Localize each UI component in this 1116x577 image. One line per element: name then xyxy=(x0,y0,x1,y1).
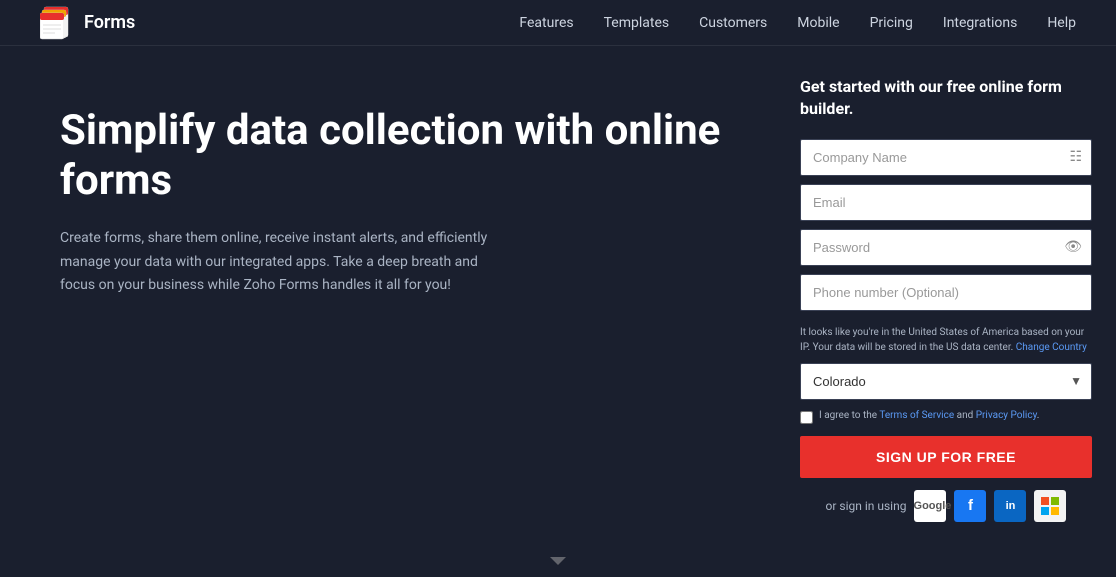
tos-row: I agree to the Terms of Service and Priv… xyxy=(800,410,1092,424)
nav-templates[interactable]: Templates xyxy=(604,15,670,31)
signin-label: or sign in using xyxy=(826,499,907,513)
nav-mobile[interactable]: Mobile xyxy=(797,15,839,31)
password-input[interactable] xyxy=(800,229,1092,266)
company-field: ☷ xyxy=(800,139,1092,176)
nav-features[interactable]: Features xyxy=(519,15,573,31)
nav-help[interactable]: Help xyxy=(1047,15,1076,31)
phone-field xyxy=(800,274,1092,311)
logo[interactable]: Forms xyxy=(40,5,135,41)
facebook-signin-button[interactable]: f xyxy=(954,490,986,522)
privacy-link[interactable]: Privacy Policy xyxy=(976,410,1037,421)
logo-icon xyxy=(40,5,76,41)
main-nav: Features Templates Customers Mobile Pric… xyxy=(519,15,1076,31)
hero-subtitle: Create forms, share them online, receive… xyxy=(60,227,500,298)
signup-form-panel: Get started with our free online form bu… xyxy=(776,46,1116,577)
tos-link[interactable]: Terms of Service xyxy=(879,410,954,421)
microsoft-signin-button[interactable] xyxy=(1034,490,1066,522)
email-field xyxy=(800,184,1092,221)
signin-row: or sign in using Google f in xyxy=(800,490,1092,522)
phone-input[interactable] xyxy=(800,274,1092,311)
scroll-hint xyxy=(538,557,578,577)
google-label: Google xyxy=(914,500,952,512)
password-field: 👁 xyxy=(800,229,1092,266)
country-select[interactable]: Colorado Alabama Alaska California New Y… xyxy=(800,363,1092,400)
password-icon: 👁 xyxy=(1064,239,1082,255)
google-signin-button[interactable]: Google xyxy=(914,490,946,522)
geo-notice: It looks like you're in the United State… xyxy=(800,325,1092,355)
company-input[interactable] xyxy=(800,139,1092,176)
logo-text: Forms xyxy=(84,12,135,33)
linkedin-signin-button[interactable]: in xyxy=(994,490,1026,522)
change-country-link[interactable]: Change Country xyxy=(1016,342,1087,353)
tos-checkbox[interactable] xyxy=(800,411,813,424)
email-input[interactable] xyxy=(800,184,1092,221)
form-title: Get started with our free online form bu… xyxy=(800,76,1092,121)
hero-title: Simplify data collection with online for… xyxy=(60,106,726,207)
signup-button[interactable]: SIGN UP FOR FREE xyxy=(800,436,1092,478)
company-icon: ☷ xyxy=(1069,149,1082,165)
hero-section: Simplify data collection with online for… xyxy=(0,46,776,577)
nav-pricing[interactable]: Pricing xyxy=(870,15,913,31)
tos-text: I agree to the Terms of Service and Priv… xyxy=(819,410,1039,421)
nav-customers[interactable]: Customers xyxy=(699,15,767,31)
country-select-wrapper: Colorado Alabama Alaska California New Y… xyxy=(800,363,1092,400)
nav-integrations[interactable]: Integrations xyxy=(943,15,1017,31)
